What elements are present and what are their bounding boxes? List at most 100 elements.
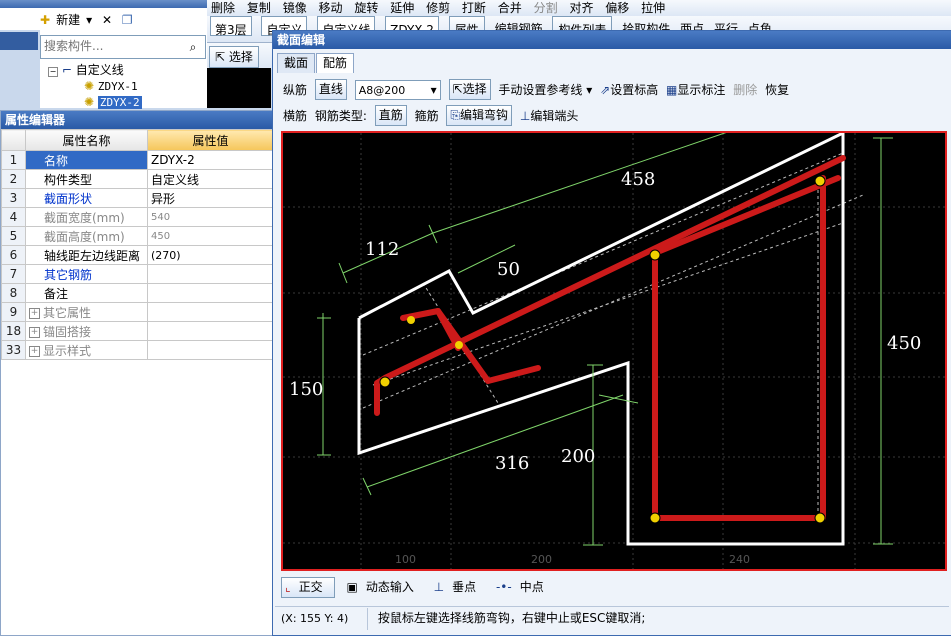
copy-button[interactable]: 复制 — [247, 0, 271, 16]
extend-button[interactable]: 延伸 — [390, 0, 414, 16]
line-mode-button[interactable]: 直线 — [314, 79, 347, 100]
property-value[interactable]: ZDYX-2 — [147, 150, 274, 170]
split-button[interactable]: 分割 — [534, 0, 558, 16]
property-header-row: 属性名称 属性值 — [1, 129, 274, 151]
expand-icon[interactable]: + — [29, 345, 40, 357]
expand-icon[interactable]: + — [29, 307, 40, 319]
property-value[interactable] — [147, 321, 274, 341]
left-dock-tab[interactable] — [0, 32, 38, 50]
axis-labels: 100 200 240 — [395, 553, 750, 566]
section-drawing[interactable]: 458 112 50 150 316 200 450 100 200 240 — [283, 133, 945, 569]
table-row[interactable]: 9 + 其它属性 — [1, 302, 274, 322]
tab-reinforcement[interactable]: 配筋 — [316, 53, 355, 73]
table-row[interactable]: 5 截面高度(mm) 450 — [1, 226, 274, 246]
transverse-bar-button[interactable]: 横筋 — [283, 105, 307, 127]
tab-section[interactable]: 截面 — [277, 53, 316, 73]
set-reference-line-button[interactable]: 手动设置参考线 ▾ — [498, 79, 592, 101]
snap-toolbar: ⌞ 正交 ▣ 动态输入 ⊥ 垂点 -•- 中点 — [281, 576, 560, 598]
drawing-canvas[interactable]: 458 112 50 150 316 200 450 100 200 240 — [281, 131, 947, 571]
rebar-lines[interactable] — [374, 155, 846, 521]
mirror-button[interactable]: 镜像 — [283, 0, 307, 16]
line-component-icon: ⌐ — [61, 63, 72, 77]
header-value: 属性值 — [147, 129, 274, 151]
midpoint-button[interactable]: -•- 中点 — [496, 580, 552, 594]
stirrup-button[interactable]: 箍筋 — [415, 105, 439, 127]
grid-lines — [283, 133, 945, 569]
property-name[interactable]: 名称 — [25, 150, 148, 170]
property-group[interactable]: + 显示样式 — [25, 340, 148, 360]
align-button[interactable]: 对齐 — [569, 0, 593, 16]
dynamic-input-button[interactable]: ▣ 动态输入 — [346, 580, 421, 594]
perpendicular-button[interactable]: ⊥ 垂点 — [434, 580, 484, 594]
tree-root-label: 自定义线 — [75, 63, 124, 77]
break-button[interactable]: 打断 — [462, 0, 486, 16]
collapse-icon[interactable]: − — [48, 67, 58, 77]
table-row[interactable]: 7 其它钢筋 — [1, 264, 274, 284]
expand-icon[interactable]: + — [29, 326, 40, 338]
hook-icon: ⎘ — [450, 108, 461, 122]
ortho-button[interactable]: ⌞ 正交 — [281, 577, 335, 598]
search-icon[interactable]: ⌕ — [183, 38, 203, 56]
offset-button[interactable]: 偏移 — [605, 0, 629, 16]
property-name[interactable]: 截面形状 — [25, 188, 148, 208]
table-row[interactable]: 4 截面宽度(mm) 540 — [1, 207, 274, 227]
table-row[interactable]: 18 + 锚固搭接 — [1, 321, 274, 341]
property-value[interactable]: 450 — [147, 226, 274, 246]
dimension-lines — [317, 133, 893, 546]
copy-icon[interactable]: ❐ — [122, 13, 133, 27]
tree-root[interactable]: − ⌐ 自定义线 — [40, 62, 204, 78]
tree-item-label: ZDYX-1 — [97, 80, 138, 93]
property-name[interactable]: 轴线距左边线距离 — [25, 245, 148, 265]
property-group[interactable]: + 其它属性 — [25, 302, 148, 322]
rebar-toolbar-row1: 纵筋 直线 A8@200 ▾ ⇱选择 手动设置参考线 ▾ ⇗设置标高 ▦显示标注 … — [283, 79, 793, 101]
edit-hook-button[interactable]: ⎘编辑弯钩 — [446, 105, 513, 126]
trim-button[interactable]: 修剪 — [426, 0, 450, 16]
property-value[interactable] — [147, 340, 274, 360]
table-row[interactable]: 3 截面形状 异形 — [1, 188, 274, 208]
property-name[interactable]: 截面高度(mm) — [25, 226, 148, 246]
delete-button[interactable]: 删除 — [733, 79, 757, 101]
delete-button[interactable]: 删除 — [211, 0, 235, 16]
table-row[interactable]: 1 名称 ZDYX-2 — [1, 150, 274, 170]
property-value[interactable]: 540 — [147, 207, 274, 227]
property-value[interactable]: 自定义线 — [147, 169, 274, 189]
property-value[interactable]: 异形 — [147, 188, 274, 208]
set-elevation-button[interactable]: ⇗设置标高 — [600, 79, 658, 101]
table-row[interactable]: 2 构件类型 自定义线 — [1, 169, 274, 189]
property-name[interactable]: 构件类型 — [25, 169, 148, 189]
select-button[interactable]: ⇱ 选择 — [209, 46, 259, 68]
rebar-type-label: 钢筋类型: — [314, 109, 367, 123]
dropdown-arrow-icon[interactable]: ▾ — [86, 13, 92, 27]
tree-item-selected[interactable]: ✺ ZDYX-2 — [40, 94, 204, 110]
move-button[interactable]: 移动 — [319, 0, 343, 16]
property-name[interactable]: 其它钢筋 — [25, 264, 148, 284]
edit-end-button[interactable]: ⊥编辑端头 — [520, 105, 578, 127]
rebar-spec-select[interactable]: A8@200 ▾ — [354, 80, 441, 100]
property-value[interactable]: (270) — [147, 245, 274, 265]
show-dims-button[interactable]: ▦显示标注 — [666, 79, 725, 101]
longitudinal-bar-button[interactable]: 纵筋 — [283, 79, 307, 101]
new-button[interactable]: 新建 — [56, 13, 80, 27]
stretch-button[interactable]: 拉伸 — [641, 0, 665, 16]
rebar-point — [379, 376, 391, 388]
table-row[interactable]: 33 + 显示样式 — [1, 340, 274, 360]
delete-icon[interactable]: ✕ — [102, 13, 112, 27]
property-value[interactable] — [147, 283, 274, 303]
dim-112: 112 — [365, 239, 399, 260]
tree-item[interactable]: ✺ ZDYX-1 — [40, 78, 204, 94]
select-button[interactable]: ⇱选择 — [448, 79, 491, 100]
axis-label: 240 — [729, 553, 750, 566]
search-input[interactable] — [41, 36, 177, 56]
restore-button[interactable]: 恢复 — [765, 79, 789, 101]
property-name[interactable]: 截面宽度(mm) — [25, 207, 148, 227]
straight-bar-button[interactable]: 直筋 — [374, 105, 407, 126]
property-name[interactable]: 备注 — [25, 283, 148, 303]
property-value[interactable] — [147, 302, 274, 322]
merge-button[interactable]: 合并 — [498, 0, 522, 16]
floor-select[interactable]: 第3层 — [210, 16, 252, 37]
property-value[interactable] — [147, 264, 274, 284]
property-group[interactable]: + 锚固搭接 — [25, 321, 148, 341]
rotate-button[interactable]: 旋转 — [354, 0, 378, 16]
table-row[interactable]: 6 轴线距左边线距离 (270) — [1, 245, 274, 265]
table-row[interactable]: 8 备注 — [1, 283, 274, 303]
